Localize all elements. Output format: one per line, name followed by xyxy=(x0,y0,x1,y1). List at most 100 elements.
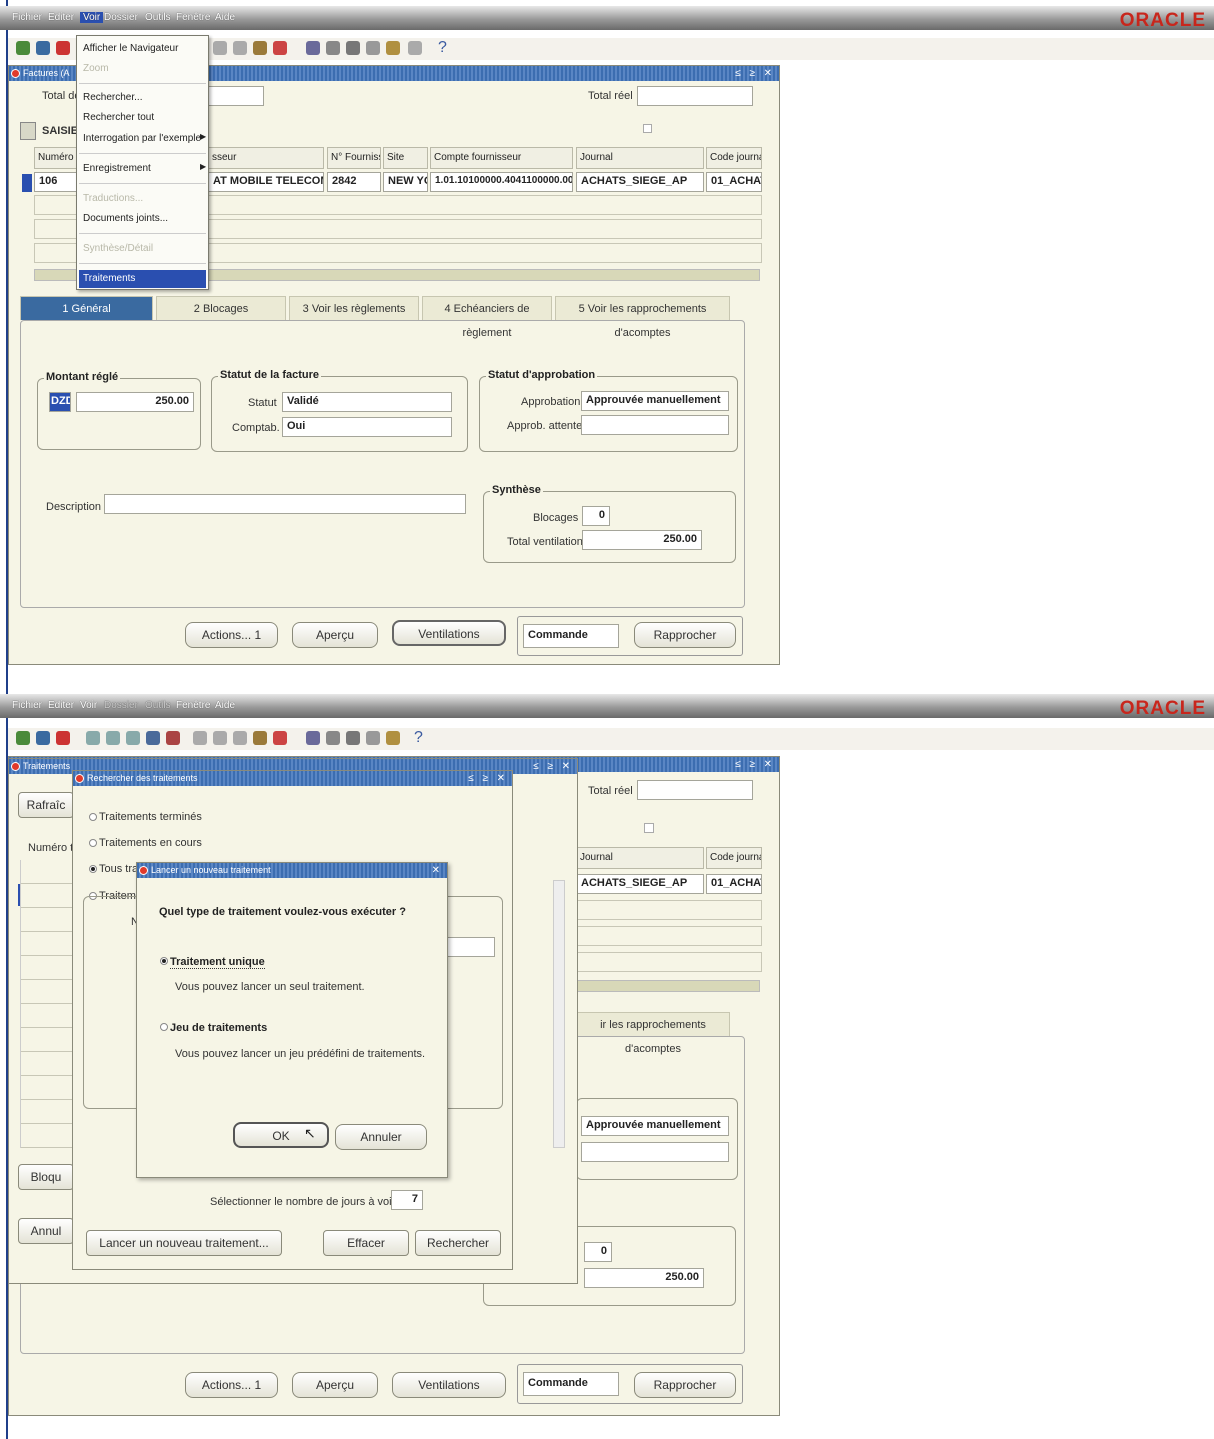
ventilations-button[interactable]: Ventilations xyxy=(392,1372,506,1398)
radio-termines[interactable] xyxy=(89,813,97,821)
pencil-icon[interactable] xyxy=(306,731,320,745)
menu-rechercher-tout[interactable]: Rechercher tout xyxy=(83,112,154,123)
open-icon[interactable] xyxy=(36,731,50,745)
tab-echeanciers[interactable]: 4 Echéanciers de règlement xyxy=(422,296,552,339)
clear-icon[interactable] xyxy=(273,731,287,745)
menu-dossier[interactable]: Dossier xyxy=(104,12,138,23)
total-ventilation-field[interactable]: 250.00 xyxy=(584,1268,704,1288)
menu-interrogation[interactable]: Interrogation par l'exemple xyxy=(83,133,201,144)
radio-tous[interactable] xyxy=(89,865,97,873)
window-controls[interactable]: ≤ ≥ ✕ xyxy=(735,66,775,81)
folder-icon[interactable] xyxy=(386,731,400,745)
bloquer-button[interactable]: Bloqu xyxy=(18,1164,74,1190)
cell-code[interactable]: 01_ACHAT: xyxy=(706,874,762,894)
folder-icon[interactable] xyxy=(386,41,400,55)
menu-fichier[interactable]: Fichier xyxy=(12,12,42,23)
vertical-scrollbar[interactable] xyxy=(553,880,565,1148)
saisie-icon[interactable] xyxy=(20,122,36,140)
zoom-icon[interactable] xyxy=(346,41,360,55)
cell-fournisseur[interactable]: AT MOBILE TELECOMMI xyxy=(208,172,324,192)
commande-select[interactable]: Commande xyxy=(523,1372,619,1396)
comptab-field[interactable]: Oui xyxy=(282,417,452,437)
annuler-button[interactable]: Annuler xyxy=(335,1124,427,1150)
nav-icon[interactable] xyxy=(86,731,100,745)
empty-row[interactable] xyxy=(576,900,762,920)
attach-icon[interactable] xyxy=(326,41,340,55)
description-field[interactable] xyxy=(104,494,466,514)
window-controls[interactable]: ≤ ≥ ✕ xyxy=(468,771,508,786)
question-icon[interactable]: ? xyxy=(414,729,423,747)
close-icon[interactable]: ✕ xyxy=(432,863,443,878)
new-icon[interactable] xyxy=(16,41,30,55)
checkbox[interactable] xyxy=(644,823,654,833)
approb-attente-field[interactable] xyxy=(581,1142,729,1162)
zoom-icon[interactable] xyxy=(346,731,360,745)
days-field[interactable]: 7 xyxy=(391,1190,423,1210)
horizontal-scrollbar[interactable] xyxy=(576,980,760,992)
window-controls[interactable]: ≤ ≥ ✕ xyxy=(735,757,775,772)
row-indicator[interactable] xyxy=(22,174,32,192)
menu-voir[interactable]: Voir xyxy=(80,12,104,23)
menu-fichier[interactable]: Fichier xyxy=(12,700,42,711)
apercu-button[interactable]: Aperçu xyxy=(292,622,378,648)
trans-icon[interactable] xyxy=(366,731,380,745)
menu-documents-joints[interactable]: Documents joints... xyxy=(83,213,168,224)
tab-rapprochements[interactable]: 5 Voir les rapprochements d'acomptes xyxy=(555,296,730,339)
statut-field[interactable]: Validé xyxy=(282,392,452,412)
tab-blocages[interactable]: 2 Blocages xyxy=(156,296,286,320)
blocages-field[interactable]: 0 xyxy=(584,1242,612,1262)
blocages-field[interactable]: 0 xyxy=(582,506,610,526)
window-controls[interactable]: ≤ ≥ ✕ xyxy=(533,759,573,774)
menu-outils[interactable]: Outils xyxy=(145,12,171,23)
menu-aide[interactable]: Aide xyxy=(215,700,235,711)
apercu-button[interactable]: Aperçu xyxy=(292,1372,378,1398)
annuler-traitement-button[interactable]: Annul xyxy=(18,1218,74,1244)
tab-reglements[interactable]: 3 Voir les règlements xyxy=(289,296,419,320)
menu-synthese-detail[interactable]: Synthèse/Détail xyxy=(83,243,153,254)
menu-enregistrement[interactable]: Enregistrement xyxy=(83,163,151,174)
menu-voir[interactable]: Voir xyxy=(80,700,97,711)
edit-icon[interactable] xyxy=(253,41,267,55)
cut-icon[interactable] xyxy=(193,731,207,745)
menu-zoom[interactable]: Zoom xyxy=(83,63,109,74)
rapprocher-button[interactable]: Rapprocher xyxy=(634,1372,736,1398)
question-icon[interactable]: ? xyxy=(438,39,447,57)
criteria-field[interactable] xyxy=(440,937,495,957)
total-reel-field[interactable] xyxy=(637,780,753,800)
menu-dossier[interactable]: Dossier xyxy=(104,700,138,711)
effacer-button[interactable]: Effacer xyxy=(323,1230,409,1256)
total-field[interactable] xyxy=(206,86,264,106)
copy-icon[interactable] xyxy=(213,41,227,55)
total-reel-field[interactable] xyxy=(637,86,753,106)
currency-field[interactable]: DZD xyxy=(49,392,71,412)
commande-select[interactable]: Commande xyxy=(523,624,619,648)
edit-icon[interactable] xyxy=(253,731,267,745)
rafraichir-button[interactable]: Rafraîc xyxy=(18,792,74,818)
cell-compte[interactable]: 1.01.10100000.4041100000.000( xyxy=(430,172,573,192)
trans-icon[interactable] xyxy=(366,41,380,55)
cell-site[interactable]: NEW YOI xyxy=(383,172,428,192)
new-icon[interactable] xyxy=(16,731,30,745)
tab-general[interactable]: 1 Général xyxy=(20,296,153,320)
nav-icon[interactable] xyxy=(106,731,120,745)
nav-icon[interactable] xyxy=(126,731,140,745)
montant-field[interactable]: 250.00 xyxy=(76,392,194,412)
approbation-field[interactable]: Approuvée manuellement xyxy=(581,1116,729,1136)
rechercher-button[interactable]: Rechercher xyxy=(415,1230,501,1256)
radio-en-cours[interactable] xyxy=(89,839,97,847)
menu-rechercher[interactable]: Rechercher... xyxy=(83,92,142,103)
menu-editer[interactable]: Editer xyxy=(48,12,74,23)
help-icon[interactable] xyxy=(56,731,70,745)
paste-icon[interactable] xyxy=(233,41,247,55)
nav-icon[interactable] xyxy=(166,731,180,745)
checkbox[interactable] xyxy=(643,124,652,133)
tab-rapprochements[interactable]: ir les rapprochements d'acomptes xyxy=(576,1012,730,1055)
menu-editer[interactable]: Editer xyxy=(48,700,74,711)
cell-journal[interactable]: ACHATS_SIEGE_AP xyxy=(576,172,704,192)
open-icon[interactable] xyxy=(36,41,50,55)
actions-button[interactable]: Actions... 1 xyxy=(185,622,278,648)
actions-button[interactable]: Actions... 1 xyxy=(185,1372,278,1398)
clear-icon[interactable] xyxy=(273,41,287,55)
rapprocher-button[interactable]: Rapprocher xyxy=(634,622,736,648)
menu-outils[interactable]: Outils xyxy=(145,700,171,711)
